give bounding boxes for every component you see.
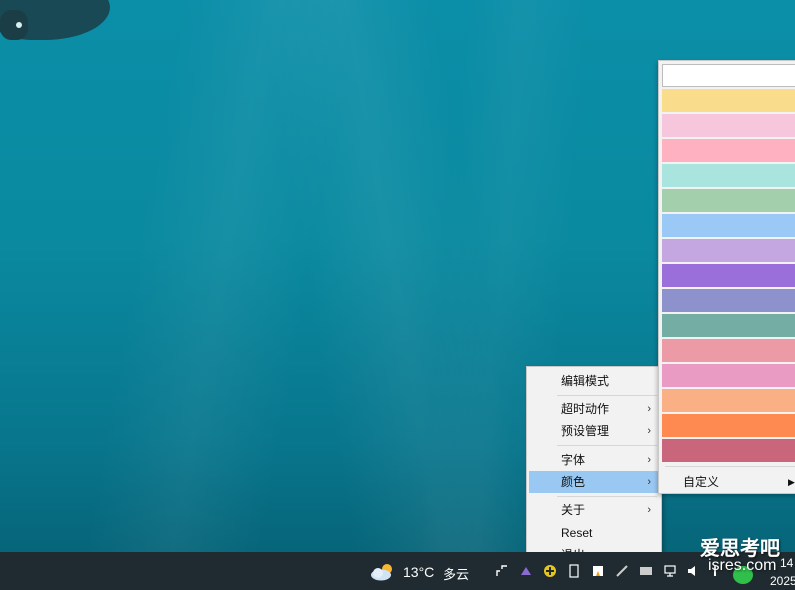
wallpaper-silhouette-part [0,10,28,40]
warning-shield-icon[interactable] [591,564,605,578]
color-swatch[interactable] [662,139,795,162]
menu-separator [665,466,795,467]
menu-item-timeout-action[interactable]: 超时动作 › [529,398,659,420]
color-swatch[interactable] [662,339,795,362]
weather-temperature[interactable]: 13°C [403,564,434,580]
clock-date[interactable]: 2025 [770,574,795,588]
watermark-url: isres.com [708,557,777,574]
color-swatch[interactable] [662,89,795,112]
menu-item-label: 字体 [561,453,586,467]
network-icon[interactable] [663,564,677,578]
clock-time[interactable]: 14 [780,556,793,570]
color-swatch[interactable] [662,239,795,262]
menu-item-preset-manage[interactable]: 预设管理 › [529,420,659,442]
menu-item-label: 超时动作 [561,402,610,416]
color-swatch[interactable] [662,164,795,187]
color-submenu: 自定义 ▶ [658,60,795,494]
color-swatch[interactable] [662,414,795,437]
color-swatch[interactable] [662,264,795,287]
chevron-right-icon: › [647,476,651,488]
menu-item-edit-mode[interactable]: 编辑模式 [529,370,659,392]
tray-app-icon[interactable] [519,564,533,578]
pen-icon[interactable] [615,564,629,578]
chevron-right-icon: › [647,425,651,437]
snipping-icon[interactable] [495,564,509,578]
weather-condition[interactable]: 多云 [443,564,469,583]
menu-item-reset[interactable]: Reset [529,522,659,544]
taskbar: 13°C 多云 [0,552,795,590]
color-swatch[interactable] [662,439,795,462]
menu-item-label: Reset [561,526,593,540]
context-menu: 编辑模式 超时动作 › 预设管理 › 字体 › 颜色 › 关于 › Reset … [526,366,662,566]
menu-separator [557,445,657,446]
triangle-right-icon: ▶ [788,477,795,487]
color-swatch[interactable] [662,364,795,387]
menu-item-about[interactable]: 关于 › [529,499,659,521]
cloud-sun-icon [371,564,392,581]
menu-item-label: 编辑模式 [561,374,610,388]
color-swatch[interactable] [662,289,795,312]
menu-item-color[interactable]: 颜色 › [529,471,659,493]
chevron-right-icon: › [647,403,651,415]
menu-item-font[interactable]: 字体 › [529,449,659,471]
menu-item-label: 预设管理 [561,424,610,438]
menu-item-label: 自定义 [683,475,720,489]
color-swatch[interactable] [662,114,795,137]
keyboard-icon[interactable] [639,564,653,578]
color-swatch[interactable] [662,389,795,412]
menu-item-label: 颜色 [561,475,586,489]
add-badge-icon[interactable] [543,564,557,578]
chevron-right-icon: › [647,504,651,516]
color-swatch[interactable] [662,214,795,237]
menu-separator [557,395,657,396]
menu-item-label: 关于 [561,503,586,517]
menu-item-custom-color[interactable]: 自定义 ▶ [662,471,795,493]
menu-separator [557,496,657,497]
color-swatch[interactable] [662,314,795,337]
volume-icon[interactable] [686,564,700,578]
document-icon[interactable] [567,564,581,578]
chevron-right-icon: › [647,454,651,466]
color-swatch[interactable] [662,64,795,87]
color-swatch[interactable] [662,189,795,212]
